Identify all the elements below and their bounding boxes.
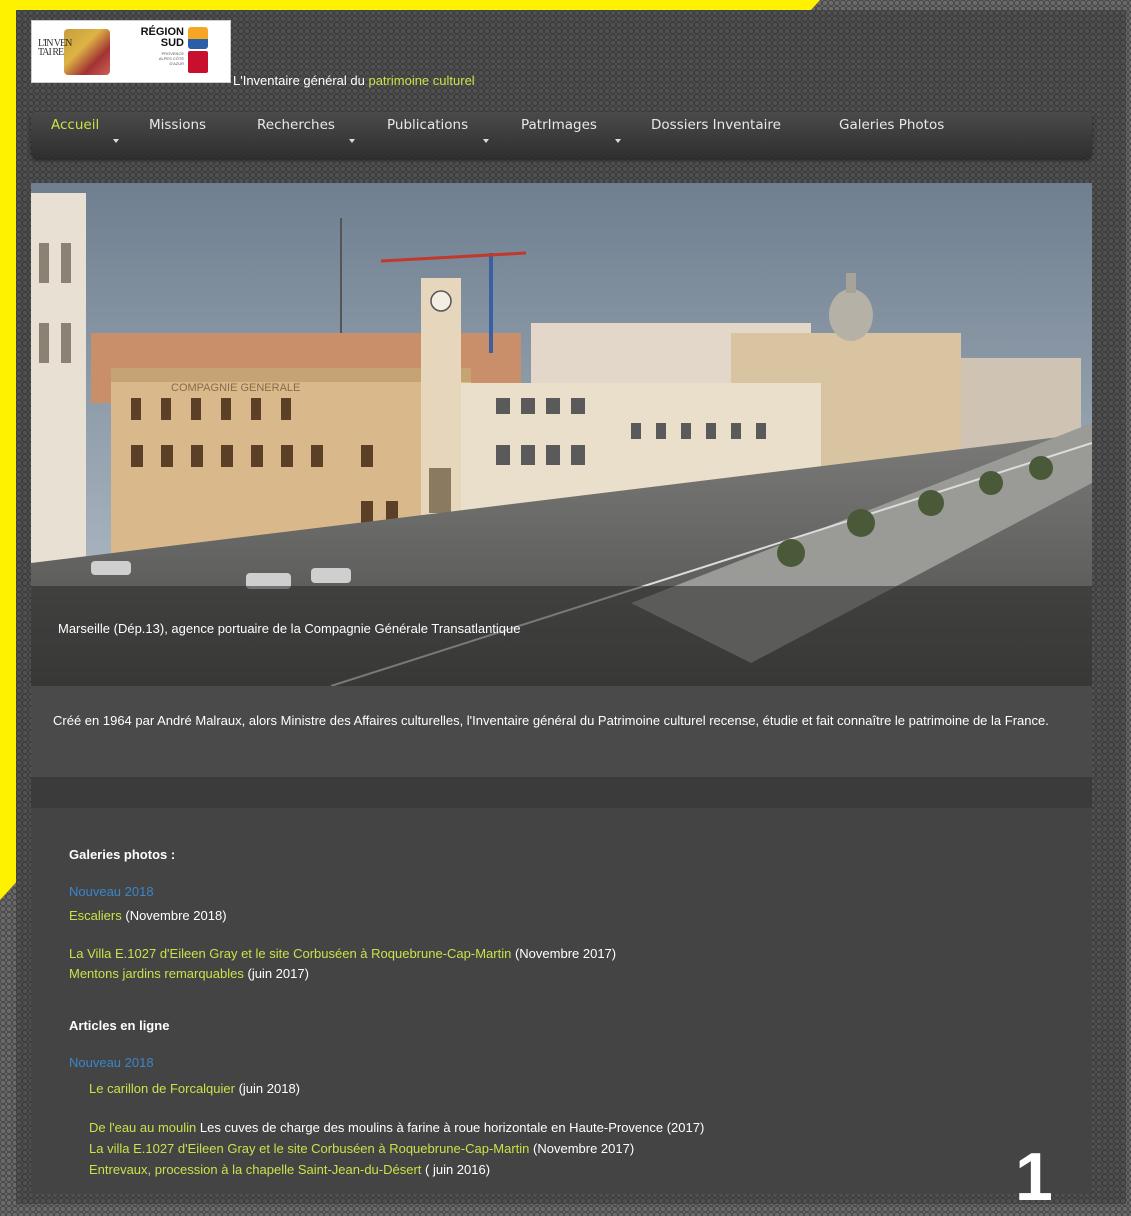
inventaire-logo: L'IN VEN TAI RE: [38, 27, 118, 77]
region-sud-title: RÉGION SUD: [140, 26, 184, 49]
article-link[interactable]: Entrevaux, procession à la chapelle Sain…: [89, 1162, 421, 1177]
region-flag-icon: [188, 27, 208, 49]
site-tagline: L'Inventaire général du patrimoine cultu…: [233, 73, 475, 88]
gallery-link[interactable]: La Villa E.1027 d'Eileen Gray et le site…: [69, 946, 511, 961]
region-sud-logo: RÉGION SUD PROVENCE ALPES CÔTE D'AZUR: [132, 27, 228, 77]
chevron-down-icon: [113, 139, 119, 143]
article-link[interactable]: La villa E.1027 d'Eileen Gray et le site…: [89, 1141, 529, 1156]
article-date: ( juin 2016): [421, 1162, 491, 1177]
intro-text: Créé en 1964 par André Malraux, alors Mi…: [53, 713, 1049, 728]
gallery-item: Mentons jardins remarquables (juin 2017): [69, 966, 309, 982]
nav-item-missions[interactable]: Missions: [149, 112, 206, 158]
content-panel: Galeries photos : Nouveau 2018 Escaliers…: [31, 808, 1092, 1194]
article-item: De l'eau au moulin Les cuves de charge d…: [89, 1120, 704, 1136]
nav-item-label: PatrImages: [521, 117, 597, 133]
chevron-down-icon: [483, 139, 489, 143]
nav-item-label: Publications: [387, 117, 469, 133]
region-shield-icon: [188, 51, 208, 73]
nav-item-label: Galeries Photos: [839, 117, 945, 133]
gallery-date: (Novembre 2018): [121, 908, 227, 923]
nav-item-label: Accueil: [51, 117, 100, 133]
region-sud-subtitle: PROVENCE ALPES CÔTE D'AZUR: [158, 51, 184, 66]
nav-item-publications[interactable]: Publications: [387, 112, 489, 158]
hero-caption: Marseille (Dép.13), agence portuaire de …: [58, 621, 521, 636]
nav-item-dossiers-inventaire[interactable]: Dossiers Inventaire: [651, 112, 781, 158]
gallery-item: La Villa E.1027 d'Eileen Gray et le site…: [69, 946, 616, 962]
building-sign-text: COMPAGNIE GENERALE: [171, 382, 300, 394]
tagline-prefix: L'Inventaire général du: [233, 73, 369, 88]
nav-item-patrimages[interactable]: PatrImages: [521, 112, 621, 158]
galleries-heading: Galeries photos :: [69, 847, 176, 862]
site-logo[interactable]: L'IN VEN TAI RE RÉGION SUD PROVENCE ALPE…: [31, 20, 231, 83]
article-date: (juin 2018): [234, 1081, 301, 1096]
nav-item-recherches[interactable]: Recherches: [257, 112, 355, 158]
gallery-date: (Novembre 2017): [511, 946, 617, 961]
intro-panel: Créé en 1964 par André Malraux, alors Mi…: [31, 686, 1092, 777]
article-item: La villa E.1027 d'Eileen Gray et le site…: [89, 1141, 634, 1157]
chevron-down-icon: [349, 139, 355, 143]
article-date: (Novembre 2017): [529, 1141, 635, 1156]
nav-item-galeries-photos[interactable]: Galeries Photos: [839, 112, 944, 158]
gallery-date: (juin 2017): [243, 966, 309, 981]
main-navigation: Accueil Missions Recherches Publications…: [31, 112, 1092, 158]
chevron-down-icon: [615, 139, 621, 143]
inventaire-logo-text: L'IN VEN TAI RE: [38, 38, 72, 58]
article-item: Le carillon de Forcalquier (juin 2018): [89, 1081, 300, 1097]
nav-item-label: Dossiers Inventaire: [651, 117, 781, 133]
article-item: Entrevaux, procession à la chapelle Sain…: [89, 1162, 490, 1178]
gallery-item: Escaliers (Novembre 2018): [69, 908, 227, 924]
page-number: 1: [1015, 1139, 1053, 1215]
hero-caption-bar: [31, 586, 1092, 686]
article-link[interactable]: De l'eau au moulin: [89, 1120, 196, 1135]
hero-slideshow[interactable]: COMPAGNIE GENERALE Marseille (Dép.13), a…: [31, 183, 1092, 686]
gallery-link[interactable]: Escaliers: [69, 908, 122, 923]
article-desc: Les cuves de charge des moulins à farine…: [196, 1120, 705, 1135]
section-divider: [31, 777, 1092, 808]
galleries-new-label: Nouveau 2018: [69, 884, 154, 899]
article-link[interactable]: Le carillon de Forcalquier: [89, 1081, 235, 1096]
articles-new-label: Nouveau 2018: [69, 1055, 154, 1070]
nav-item-label: Recherches: [257, 117, 335, 133]
gallery-link[interactable]: Mentons jardins remarquables: [69, 966, 244, 981]
articles-heading: Articles en ligne: [69, 1018, 170, 1033]
tagline-accent-link[interactable]: patrimoine culturel: [368, 73, 474, 88]
nav-item-label: Missions: [149, 117, 207, 133]
nav-item-accueil[interactable]: Accueil: [51, 112, 119, 158]
site-header: L'IN VEN TAI RE RÉGION SUD PROVENCE ALPE…: [31, 20, 731, 90]
